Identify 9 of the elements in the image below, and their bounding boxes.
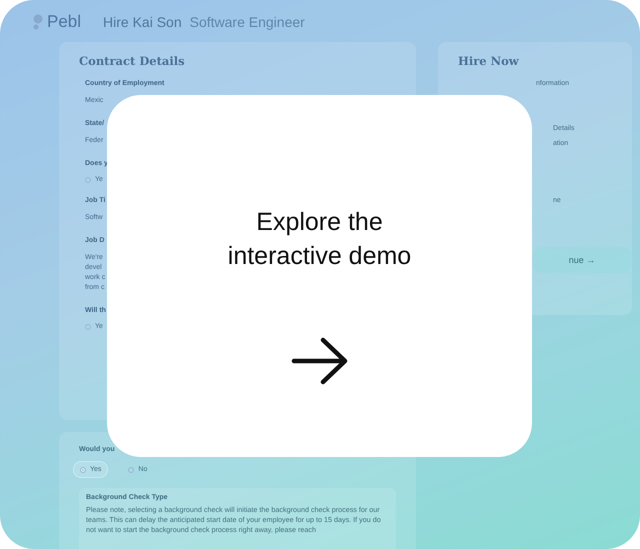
continue-button[interactable]: nue → <box>533 247 631 273</box>
panel-title: Contract Details <box>79 54 185 68</box>
panel-title: Hire Now <box>458 54 519 68</box>
demo-heading: Explore the interactive demo <box>226 207 412 272</box>
page-subtitle: Software Engineer <box>190 14 305 30</box>
logo-text: Pebl <box>47 12 82 32</box>
logo-icon <box>33 14 43 30</box>
arrow-right-icon <box>290 337 348 385</box>
page-title: Hire Kai Son <box>103 14 182 30</box>
